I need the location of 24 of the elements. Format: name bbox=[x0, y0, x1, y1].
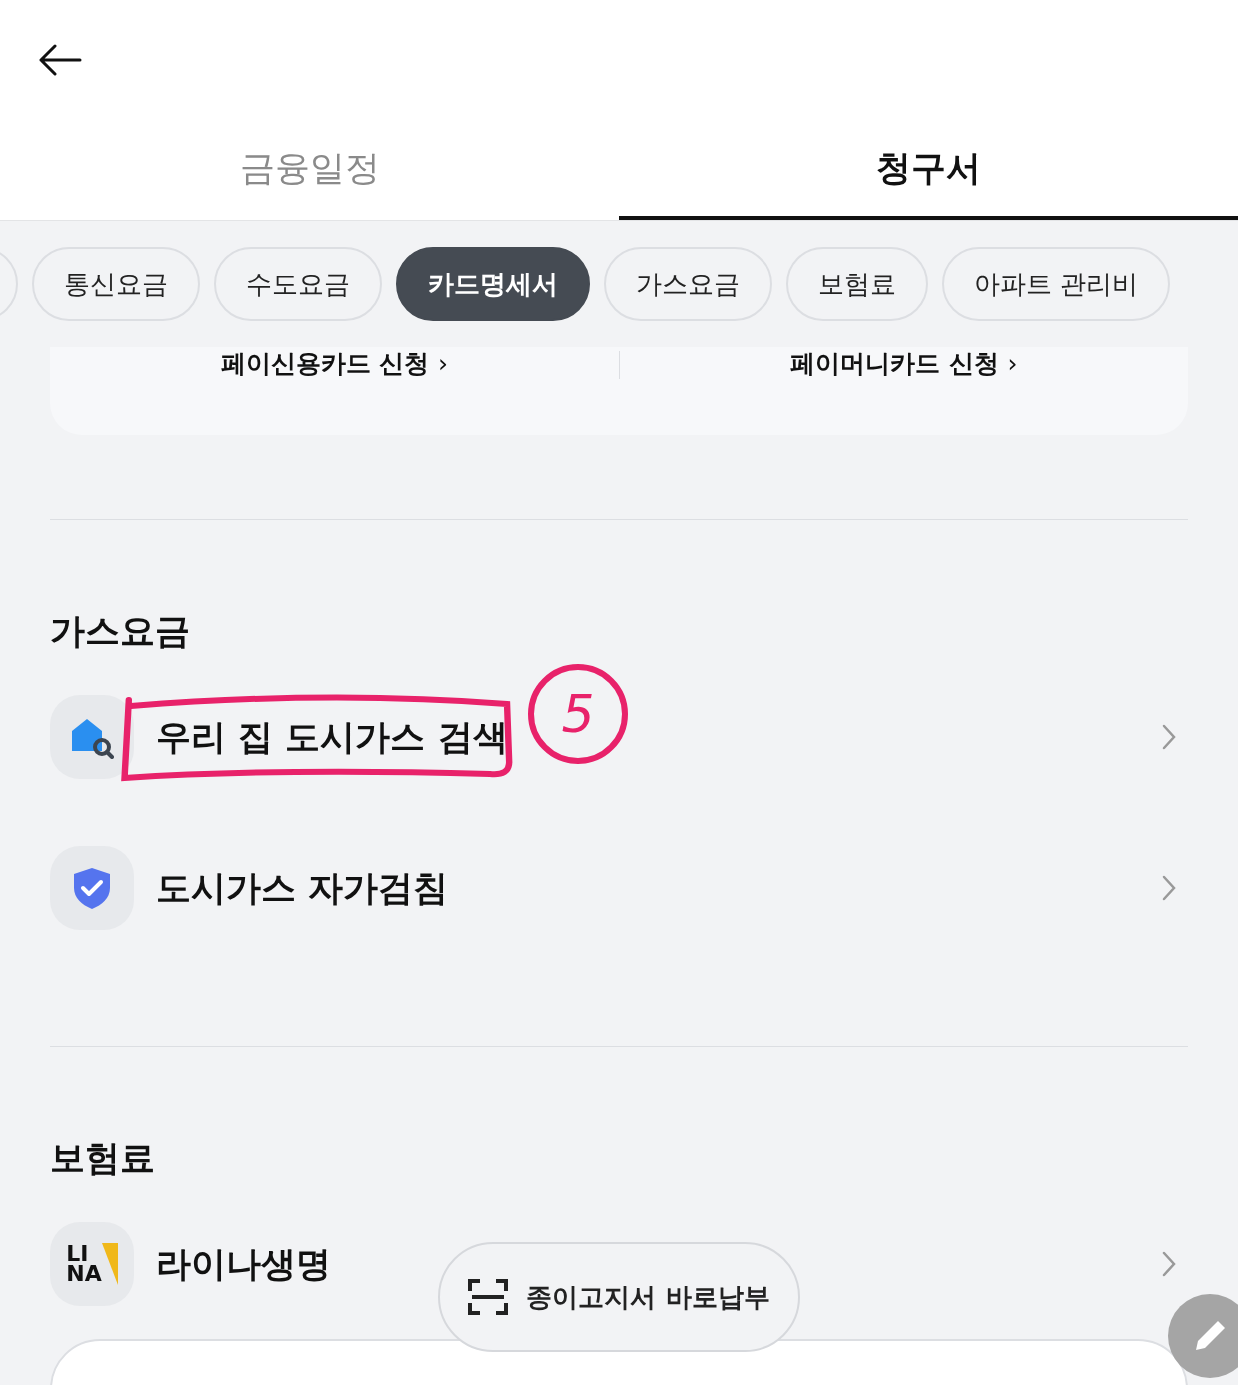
chevron-right-icon[interactable] bbox=[1162, 1251, 1176, 1277]
item-label[interactable]: 도시가스 자가검침 bbox=[156, 867, 449, 908]
category-chip[interactable]: 가스요금 bbox=[604, 247, 772, 321]
scan-icon bbox=[468, 1279, 509, 1315]
chevron-right-icon[interactable] bbox=[1162, 875, 1176, 901]
back-icon[interactable] bbox=[38, 44, 82, 76]
insurer-logo: LI NA bbox=[66, 1243, 118, 1285]
edit-button[interactable] bbox=[1168, 1294, 1238, 1378]
category-chip[interactable]: 보험료 bbox=[786, 247, 928, 321]
item-label[interactable]: 라이나생명 bbox=[156, 1243, 331, 1284]
paper-bill-pay-button[interactable]: 종이고지서 바로납부 bbox=[438, 1242, 800, 1352]
annotation-number: 5 bbox=[528, 663, 628, 764]
category-chip[interactable]: 카드명세서 bbox=[396, 247, 590, 321]
section-title: 보험료 bbox=[50, 1137, 156, 1180]
item-label[interactable]: 우리 집 도시가스 검색 bbox=[156, 716, 508, 757]
shield-check-icon bbox=[72, 866, 112, 910]
apply-link[interactable]: 페이신용카드 신청 › bbox=[220, 347, 448, 381]
category-chip[interactable]: 아파트 관리비 bbox=[942, 247, 1171, 321]
category-chip[interactable]: 통신요금 bbox=[32, 247, 200, 321]
chevron-right-icon[interactable] bbox=[1162, 724, 1176, 750]
apply-link[interactable]: 페이머니카드 신청 › bbox=[790, 347, 1018, 381]
tab[interactable]: 청구서 bbox=[619, 120, 1238, 220]
section-title: 가스요금 bbox=[50, 610, 191, 653]
category-chip[interactable]: 수도요금 bbox=[214, 247, 382, 321]
